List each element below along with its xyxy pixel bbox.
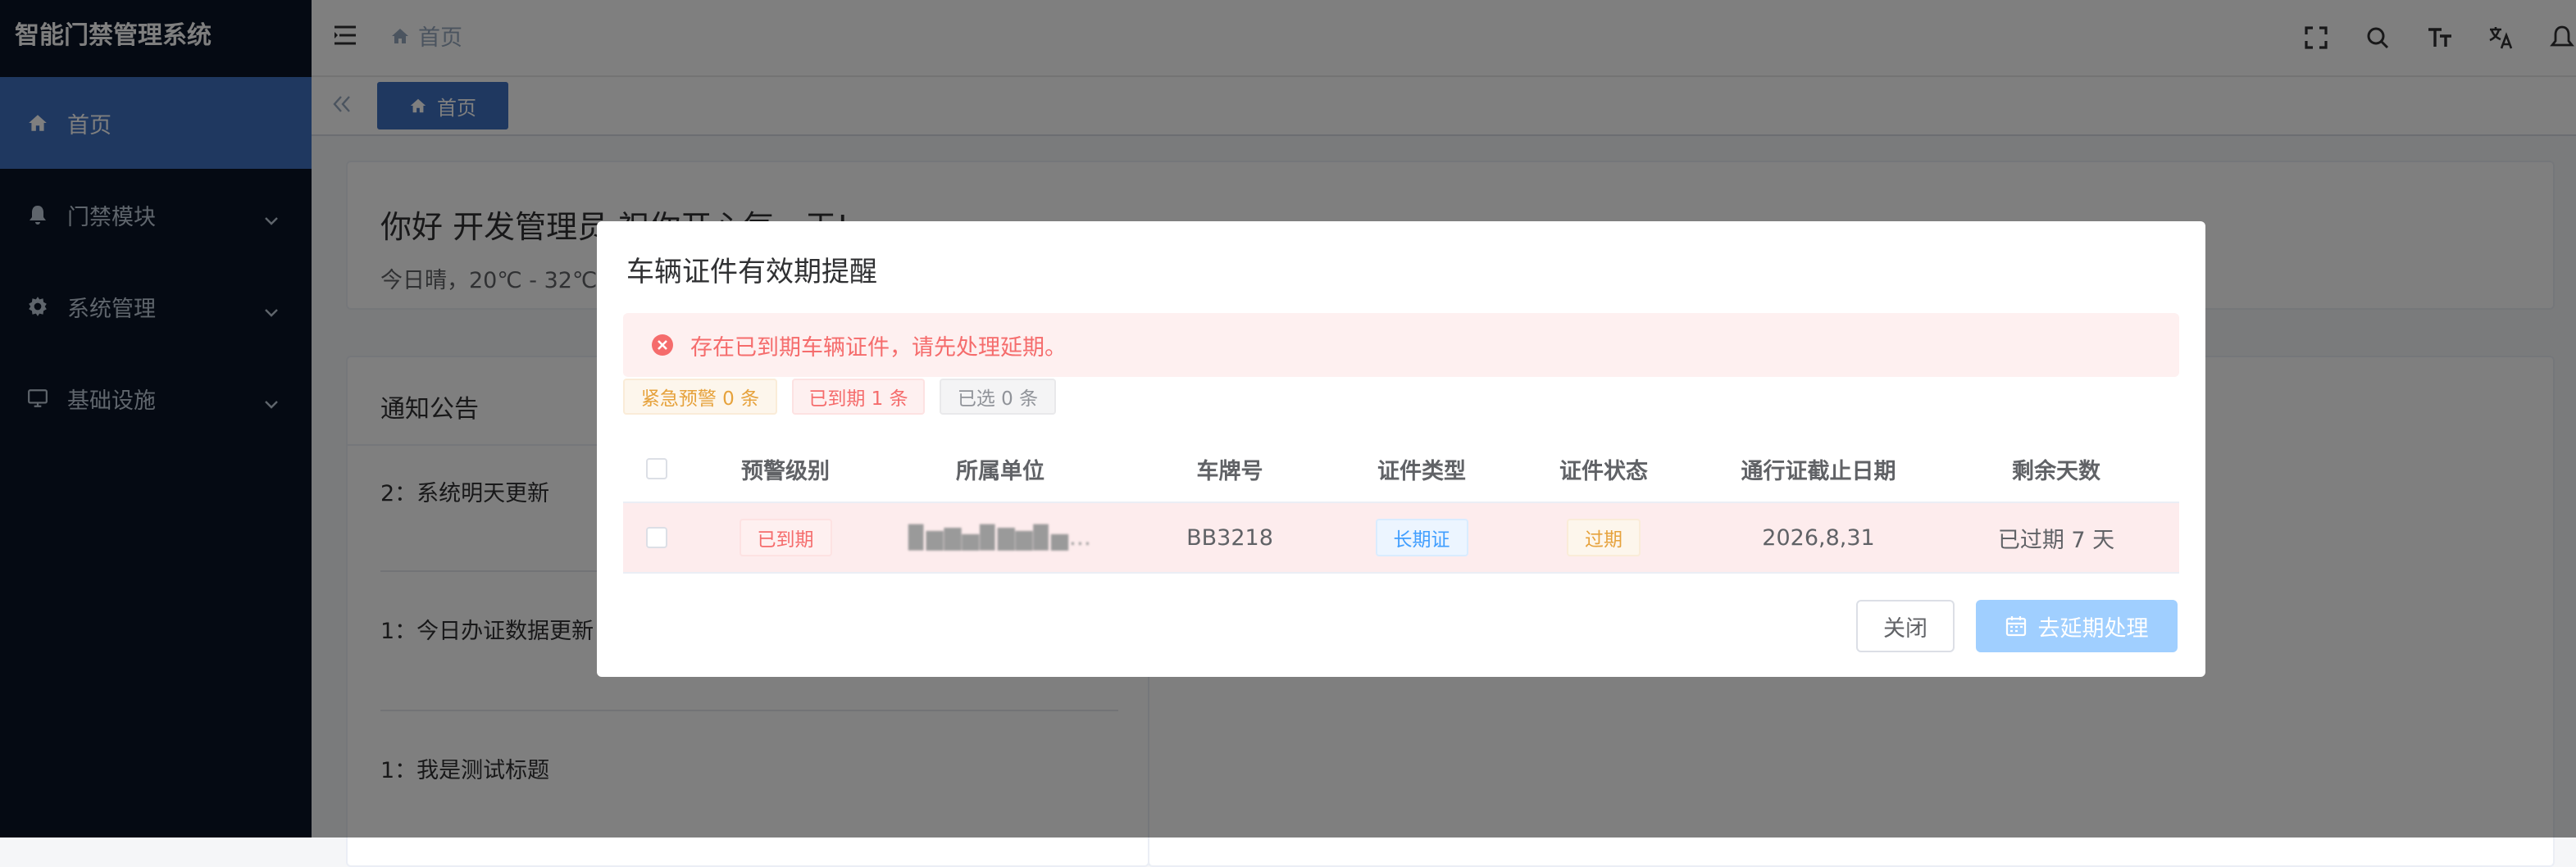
cert-type-tag: 长期证: [1375, 519, 1468, 556]
column-header: 车牌号: [1196, 458, 1263, 484]
calendar-icon: [2005, 616, 2026, 637]
row-checkbox[interactable]: [646, 527, 667, 548]
column-header: 预警级别: [741, 458, 830, 484]
expired-count-badge: 已到期 1 条: [792, 379, 925, 415]
error-alert: 存在已到期车辆证件，请先处理延期。: [623, 313, 2179, 377]
alert-text: 存在已到期车辆证件，请先处理延期。: [690, 334, 1067, 361]
remaining-days: 已过期 7 天: [1997, 527, 2115, 553]
error-circle-icon: [651, 334, 674, 356]
table-header: 预警级别 所属单位 车牌号 证件类型 证件状态 通行证截止日期 剩余天数: [623, 436, 2179, 503]
plate-number: BB3218: [1186, 524, 1273, 551]
close-button[interactable]: 关闭: [1856, 600, 1955, 652]
certificate-expiry-dialog: 车辆证件有效期提醒 存在已到期车辆证件，请先处理延期。 紧急预警 0 条 已到期…: [597, 221, 2205, 677]
table-row[interactable]: 已到期 ▉▆▇▅▉▇▆▉▅… BB3218 长期证 过期 2026,8,31 已…: [623, 503, 2179, 574]
selected-count-badge: 已选 0 条: [940, 379, 1056, 415]
column-header: 剩余天数: [2012, 458, 2100, 484]
extend-button[interactable]: 去延期处理: [1976, 600, 2178, 652]
warning-level-tag: 已到期: [739, 519, 832, 556]
unit-name: ▉▆▇▅▉▇▆▉▅…: [908, 524, 1092, 551]
column-header: 证件类型: [1377, 458, 1466, 484]
column-header: 证件状态: [1559, 458, 1648, 484]
extend-button-label: 去延期处理: [2037, 615, 2149, 642]
dialog-title: 车辆证件有效期提醒: [626, 256, 877, 288]
column-header: 所属单位: [956, 458, 1045, 484]
cert-status-tag: 过期: [1567, 519, 1641, 556]
urgent-warning-badge: 紧急预警 0 条: [623, 379, 777, 415]
select-all-checkbox[interactable]: [646, 458, 667, 479]
pass-end-date: 2026,8,31: [1762, 524, 1875, 551]
column-header: 通行证截止日期: [1741, 458, 1896, 484]
